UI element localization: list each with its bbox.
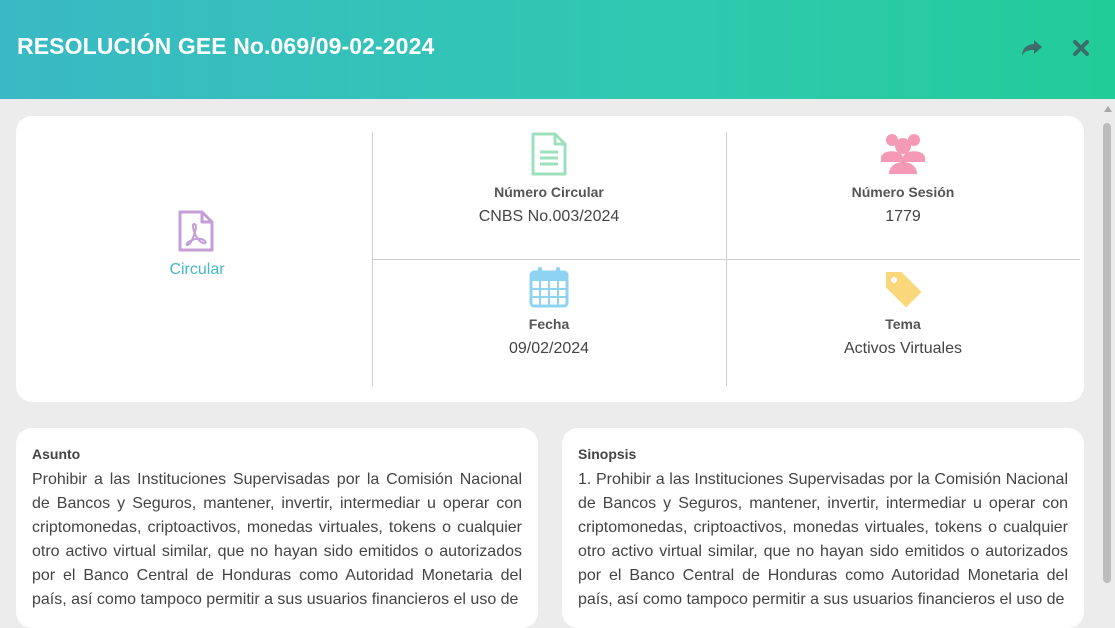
circular-number-cell: Número Circular CNBS No.003/2024 [373, 132, 725, 226]
divider [373, 259, 1080, 260]
date-value: 09/02/2024 [508, 340, 590, 357]
document-type-label: Circular [169, 261, 225, 278]
scroll-up-arrow[interactable] [1104, 106, 1112, 112]
users-icon [881, 134, 925, 174]
page-title: RESOLUCIÓN GEE No.069/09-02-2024 [17, 33, 435, 59]
topic-label: Tema [885, 316, 921, 332]
session-number-label: Número Sesión [851, 184, 955, 200]
close-icon [1073, 40, 1089, 56]
topic-value: Activos Virtuales [844, 340, 962, 357]
tag-icon [886, 272, 921, 307]
info-card: Circular Número Circular CNBS No.003/202… [16, 116, 1084, 402]
scroll-thumb[interactable] [1103, 123, 1111, 583]
modal-header: RESOLUCIÓN GEE No.069/09-02-2024 [0, 0, 1115, 99]
sinopsis-label: Sinopsis [578, 446, 637, 462]
circular-number-label: Número Circular [494, 184, 604, 200]
date-label: Fecha [528, 316, 570, 332]
session-number-cell: Número Sesión 1779 [727, 132, 1079, 226]
session-number-value: 1779 [885, 208, 921, 225]
share-icon [1022, 40, 1042, 56]
asunto-text: Prohibir a las Instituciones Supervisada… [32, 471, 522, 608]
topic-cell: Tema Activos Virtuales [727, 264, 1079, 358]
asunto-card: Asunto Prohibir a las Instituciones Supe… [16, 428, 538, 628]
share-button[interactable] [1020, 36, 1044, 60]
document-icon [531, 132, 567, 176]
close-button[interactable] [1069, 36, 1093, 60]
circular-number-value: CNBS No.003/2024 [478, 208, 620, 225]
sinopsis-card: Sinopsis 1. Prohibir a las Instituciones… [562, 428, 1084, 628]
calendar-icon [529, 267, 569, 308]
pdf-file-icon [178, 210, 214, 252]
scrollbar[interactable] [1100, 99, 1115, 610]
asunto-label: Asunto [32, 446, 81, 462]
sinopsis-text: 1. Prohibir a las Instituciones Supervis… [578, 471, 1068, 608]
date-cell: Fecha 09/02/2024 [373, 264, 725, 358]
document-type-panel[interactable]: Circular [16, 116, 372, 402]
